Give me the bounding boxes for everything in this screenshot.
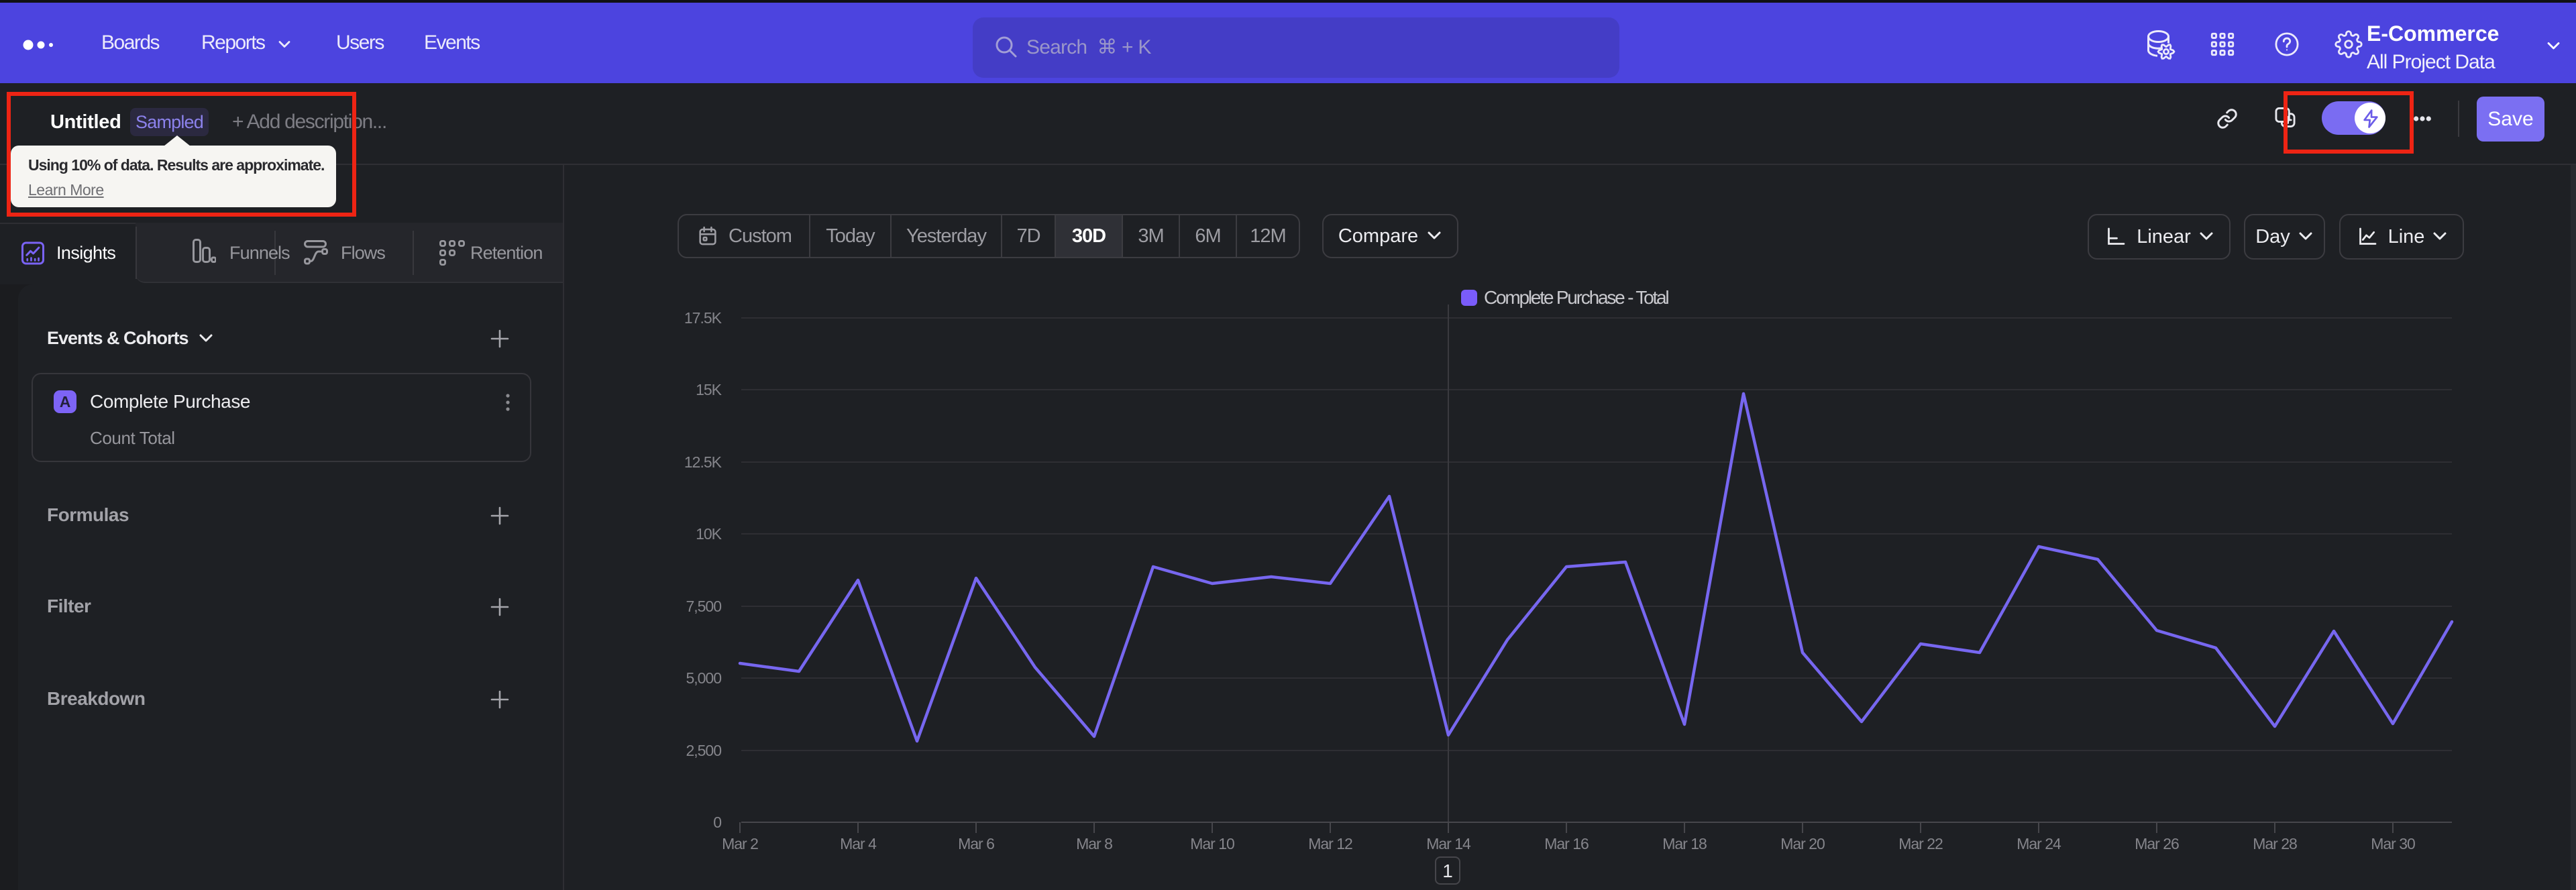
svg-text:Mar 4: Mar 4: [840, 835, 877, 852]
svg-text:Mar 2: Mar 2: [722, 835, 758, 852]
svg-text:Mar 12: Mar 12: [1308, 835, 1352, 852]
svg-text:Mar 18: Mar 18: [1662, 835, 1707, 852]
svg-text:Mar 22: Mar 22: [1898, 835, 1943, 852]
svg-text:15K: 15K: [696, 381, 722, 398]
svg-text:7,500: 7,500: [686, 598, 721, 615]
svg-text:10K: 10K: [696, 525, 722, 543]
svg-text:5,000: 5,000: [686, 669, 721, 687]
svg-text:Mar 30: Mar 30: [2371, 835, 2415, 852]
svg-text:Mar 10: Mar 10: [1190, 835, 1234, 852]
svg-text:0: 0: [713, 814, 721, 831]
svg-text:Mar 6: Mar 6: [958, 835, 994, 852]
svg-text:12.5K: 12.5K: [684, 453, 722, 471]
svg-text:Mar 20: Mar 20: [1780, 835, 1825, 852]
svg-text:Mar 8: Mar 8: [1076, 835, 1112, 852]
svg-text:Mar 16: Mar 16: [1544, 835, 1589, 852]
svg-text:Mar 26: Mar 26: [2135, 835, 2179, 852]
svg-text:Mar 14: Mar 14: [1426, 835, 1471, 852]
svg-text:2,500: 2,500: [686, 742, 721, 759]
svg-text:17.5K: 17.5K: [684, 309, 722, 327]
svg-text:Mar 24: Mar 24: [2017, 835, 2061, 852]
svg-text:Mar 28: Mar 28: [2253, 835, 2297, 852]
